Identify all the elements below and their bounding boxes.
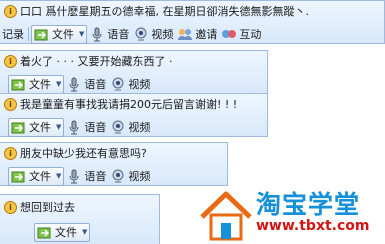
file-label: 文件: [29, 170, 51, 183]
video-label: 视频: [128, 121, 151, 134]
voice-button[interactable]: 语音: [64, 75, 108, 93]
video-label: 视频: [151, 28, 174, 41]
video-button[interactable]: 视频: [108, 118, 152, 136]
toolbar: 文件 ▼ 语音 视频: [8, 166, 152, 186]
file-transfer-icon: [11, 168, 27, 184]
toolbar: 文件 ▼ 语音 视频: [8, 74, 152, 94]
toolbar: 文件 ▼ 语音 视频: [8, 117, 152, 137]
voice-label: 语音: [84, 170, 107, 183]
toolbar: 记录 文件 ▼ 语音 视频 邀请 互动: [0, 24, 263, 44]
site-watermark: 淘宝学堂 www.tbxt.com: [198, 185, 385, 244]
status-line: i 朋友中缺少我还有意思吗?: [0, 144, 147, 162]
file-transfer-icon: [11, 76, 27, 92]
video-label: 视频: [128, 170, 151, 183]
status-text: 着火了 · · · 又要开始藏东西了 ·: [20, 55, 173, 68]
voice-button[interactable]: 语音: [87, 25, 131, 43]
file-transfer-icon: [37, 224, 53, 240]
info-icon: i: [4, 54, 17, 68]
invite-button[interactable]: 邀请: [175, 25, 219, 43]
file-button[interactable]: 文件 ▼: [31, 24, 88, 44]
status-text: 口口 爲什麽星期五の德幸福, 在星期日卻消失德無影無蹤丶.: [20, 5, 309, 18]
watermark-url: www.tbxt.com: [256, 218, 370, 234]
video-button[interactable]: 视频: [131, 25, 175, 43]
chat-window-5: i 想回到过去 文件 ▼: [0, 194, 160, 244]
webcam-icon: [110, 168, 126, 184]
chevron-down-icon[interactable]: ▼: [56, 172, 61, 180]
record-label: 记录: [2, 28, 24, 41]
chevron-down-icon[interactable]: ▼: [56, 123, 61, 131]
info-icon: i: [4, 146, 17, 160]
chevron-down-icon[interactable]: ▼: [82, 228, 87, 236]
microphone-icon: [66, 76, 82, 92]
file-button[interactable]: 文件 ▼: [34, 222, 91, 242]
file-transfer-icon: [34, 26, 50, 42]
invite-contacts-icon: [177, 26, 193, 42]
chevron-down-icon[interactable]: ▼: [56, 80, 61, 88]
voice-button[interactable]: 语音: [64, 167, 108, 185]
voice-label: 语音: [84, 78, 107, 91]
file-button[interactable]: 文件 ▼: [8, 117, 65, 137]
status-line: i 着火了 · · · 又要开始藏东西了 ·: [0, 52, 172, 70]
file-label: 文件: [29, 121, 51, 134]
video-button[interactable]: 视频: [108, 167, 152, 185]
chat-window-4: i 朋友中缺少我还有意思吗? 文件 ▼ 语音 视频: [0, 142, 228, 186]
file-label: 文件: [55, 226, 77, 239]
microphone-icon: [66, 119, 82, 135]
interact-icon: [221, 26, 237, 42]
microphone-icon: [89, 26, 105, 42]
status-line: i 想回到过去: [0, 198, 75, 216]
toolbar: 文件 ▼: [34, 222, 91, 242]
webcam-icon: [133, 26, 149, 42]
status-line: i 我是童童有事找我请捐200元后留言谢谢! ! !: [0, 95, 237, 113]
webcam-icon: [110, 119, 126, 135]
divider: [28, 27, 29, 41]
interact-button[interactable]: 互动: [219, 25, 263, 43]
chat-window-2: i 着火了 · · · 又要开始藏东西了 · 文件 ▼ 语音 视频: [0, 50, 268, 94]
invite-label: 邀请: [195, 28, 218, 41]
status-text: 我是童童有事找我请捐200元后留言谢谢! ! !: [20, 98, 238, 111]
video-label: 视频: [128, 78, 151, 91]
video-button[interactable]: 视频: [108, 75, 152, 93]
file-label: 文件: [29, 78, 51, 91]
status-text: 想回到过去: [20, 201, 75, 214]
voice-button[interactable]: 语音: [64, 118, 108, 136]
info-icon: i: [4, 97, 17, 111]
voice-label: 语音: [107, 28, 130, 41]
interact-label: 互动: [239, 28, 262, 41]
file-transfer-icon: [11, 119, 27, 135]
file-button[interactable]: 文件 ▼: [8, 74, 65, 94]
chat-window-1: i 口口 爲什麽星期五の德幸福, 在星期日卻消失德無影無蹤丶. 记录 文件 ▼ …: [0, 0, 385, 44]
record-button[interactable]: 记录: [0, 25, 26, 43]
info-icon: i: [4, 200, 17, 214]
chat-window-3: i 我是童童有事找我请捐200元后留言谢谢! ! ! 文件 ▼ 语音 视频: [0, 93, 268, 137]
microphone-icon: [66, 168, 82, 184]
voice-label: 语音: [84, 121, 107, 134]
status-text: 朋友中缺少我还有意思吗?: [20, 147, 147, 160]
webcam-icon: [110, 76, 126, 92]
file-button[interactable]: 文件 ▼: [8, 166, 65, 186]
status-line: i 口口 爲什麽星期五の德幸福, 在星期日卻消失德無影無蹤丶.: [0, 2, 309, 20]
info-icon: i: [4, 4, 17, 18]
watermark-title: 淘宝学堂: [256, 190, 361, 219]
house-logo-icon: [200, 191, 252, 241]
file-label: 文件: [52, 28, 74, 41]
chevron-down-icon[interactable]: ▼: [79, 30, 84, 38]
